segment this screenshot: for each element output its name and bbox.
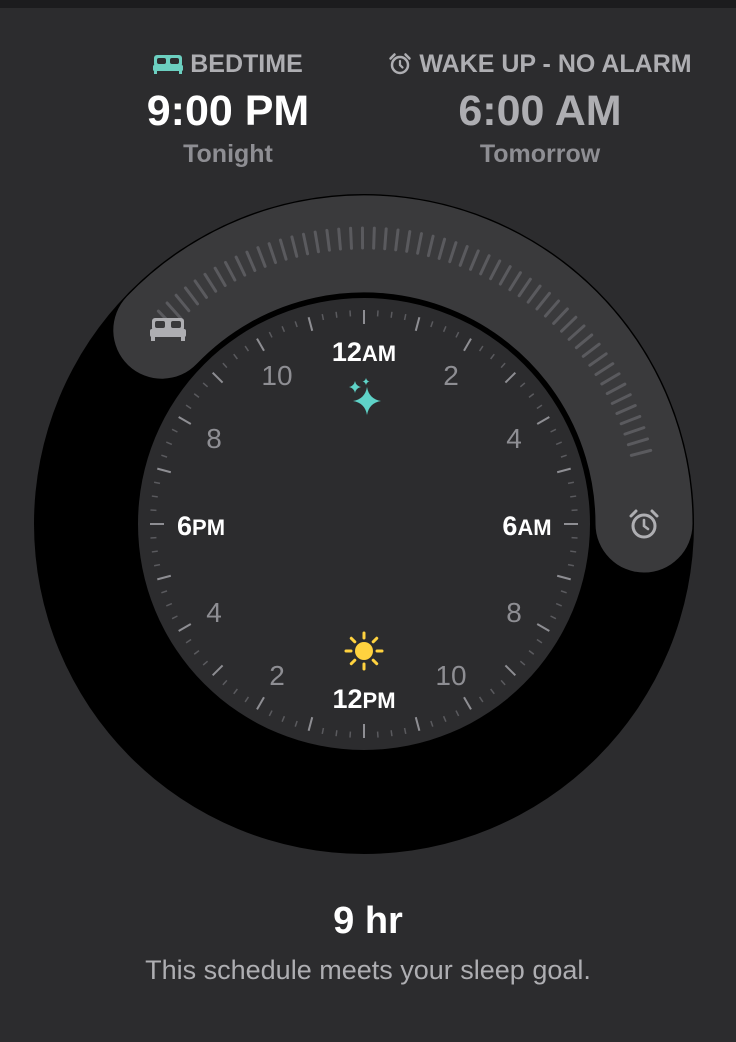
hour-label-12pm: 12PM (332, 684, 395, 714)
sleep-dial[interactable]: 12AM 6AM 12PM 6PM 2 4 8 10 2 4 8 10 (0, 0, 736, 1042)
hour-label-6am: 6AM (502, 511, 551, 541)
hour-label-4am: 4 (506, 423, 522, 454)
hour-label-6pm: 6PM (177, 511, 225, 541)
sleep-goal-message: This schedule meets your sleep goal. (145, 955, 591, 985)
hour-label-8am: 8 (506, 597, 522, 628)
sun-icon (344, 631, 384, 671)
sleep-duration: 9 hr (333, 900, 403, 942)
hour-label-10pm: 10 (261, 360, 292, 391)
hour-label-2am: 2 (443, 360, 459, 391)
hour-label-4pm: 4 (206, 597, 222, 628)
hour-label-2pm: 2 (269, 660, 285, 691)
hour-label-8pm: 8 (206, 423, 222, 454)
hour-label-10am: 10 (435, 660, 466, 691)
hour-label-12am: 12AM (332, 337, 396, 367)
